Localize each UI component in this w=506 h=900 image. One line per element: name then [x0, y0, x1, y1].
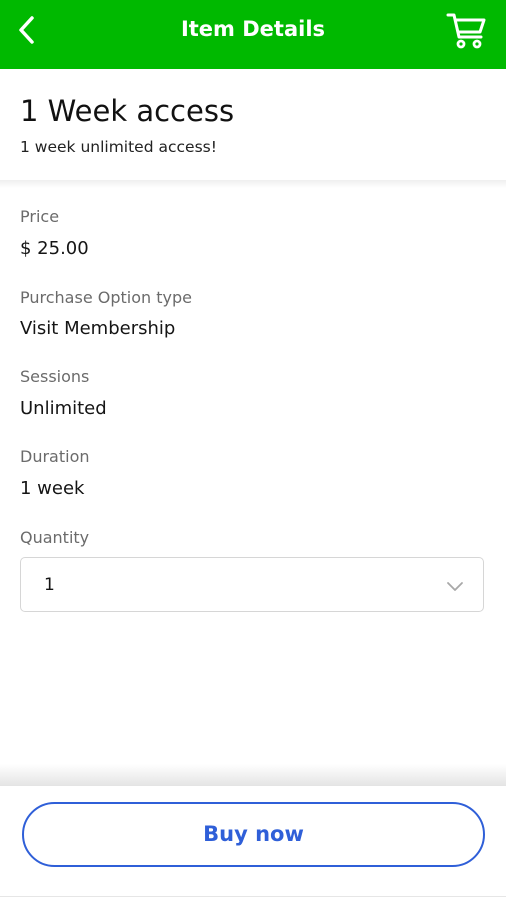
buy-now-button[interactable]: Buy now: [22, 802, 485, 867]
cart-button[interactable]: [444, 8, 488, 52]
page-title: Item Details: [180, 17, 326, 41]
duration-label: Duration: [20, 447, 90, 466]
price-value: $ 25.00: [20, 238, 89, 259]
sessions-value: Unlimited: [20, 398, 107, 419]
quantity-label: Quantity: [20, 528, 90, 547]
quantity-selected-value: 1: [44, 575, 55, 595]
item-title: 1 Week access: [20, 94, 235, 128]
purchase-option-label: Purchase Option type: [20, 288, 192, 307]
chevron-down-icon: [447, 582, 463, 591]
item-subtitle: 1 week unlimited access!: [20, 138, 217, 156]
sessions-label: Sessions: [20, 367, 90, 386]
bottom-bar-shadow: [0, 764, 506, 786]
top-app-bar: Item Details: [0, 0, 506, 69]
purchase-option-value: Visit Membership: [20, 318, 176, 339]
duration-value: 1 week: [20, 478, 85, 499]
section-divider: [0, 180, 506, 188]
price-label: Price: [20, 207, 60, 226]
quantity-select[interactable]: 1: [20, 557, 484, 612]
item-details-screen: Item Details 1 Week access 1 week unlimi…: [0, 0, 506, 900]
bottom-divider: [0, 896, 506, 897]
shopping-cart-icon: [446, 13, 486, 49]
